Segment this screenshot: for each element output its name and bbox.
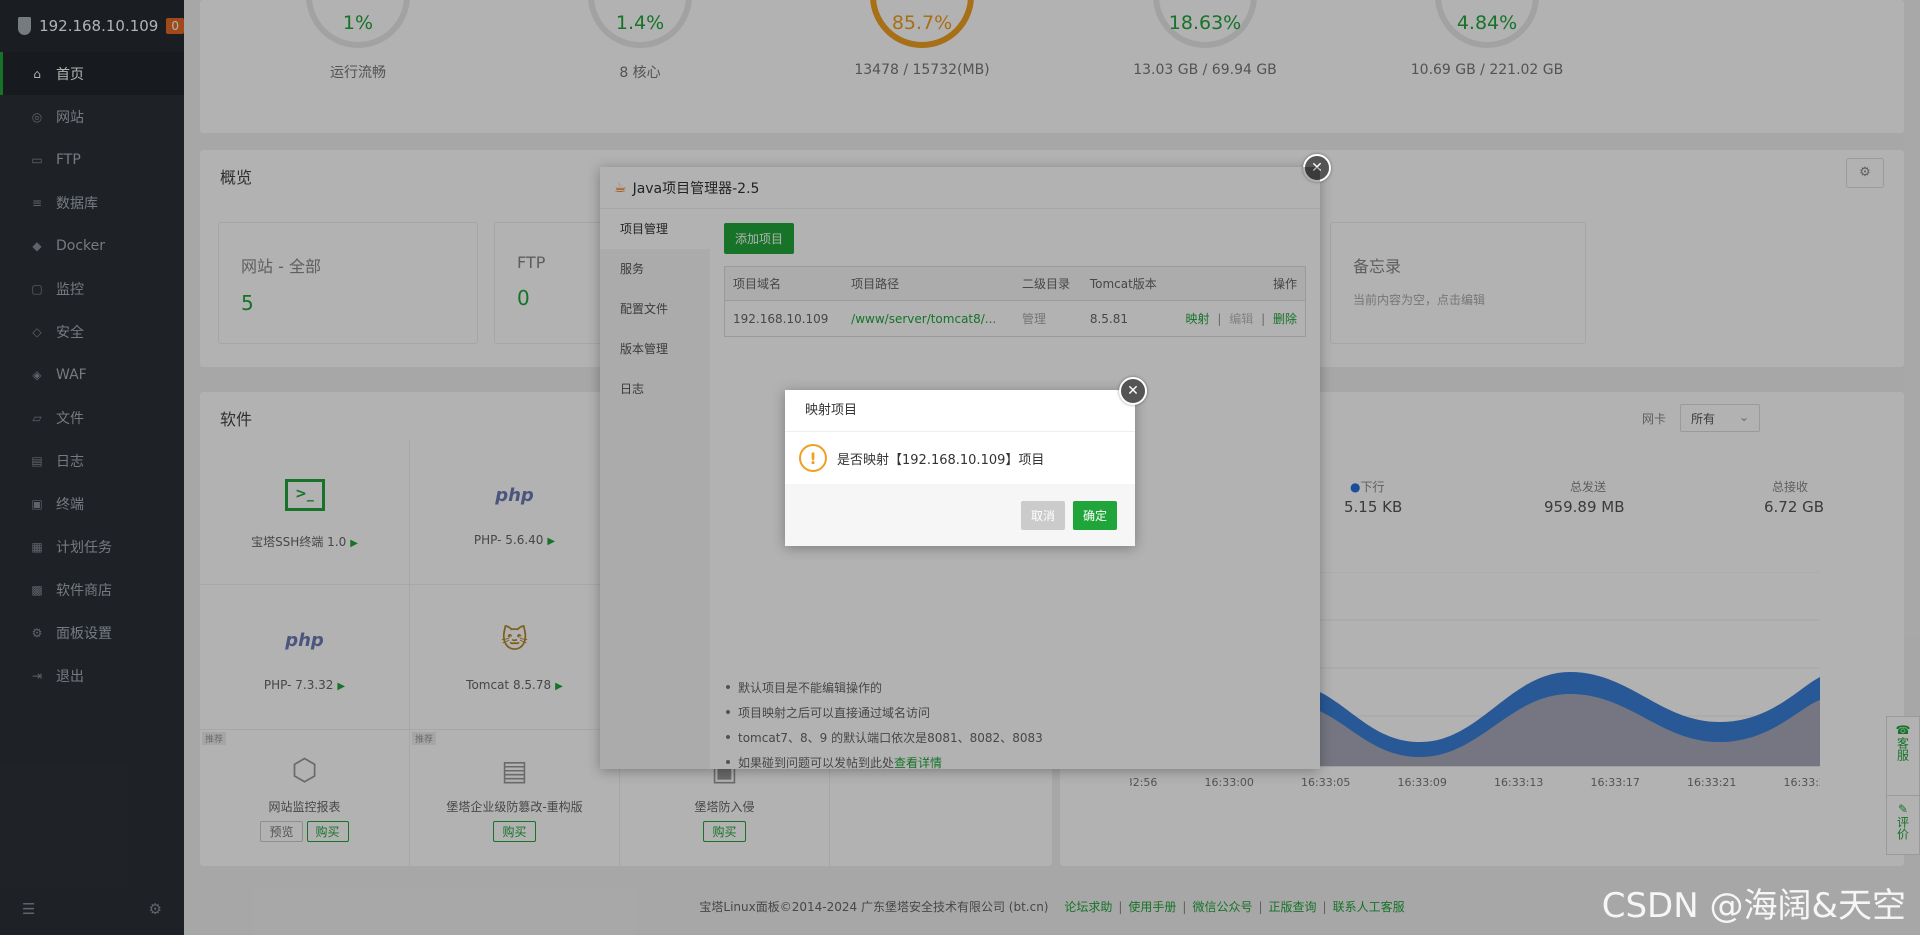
- cancel-button[interactable]: 取消: [1020, 500, 1065, 530]
- warning-icon: !: [799, 444, 827, 472]
- confirm-title: 映射项目: [785, 390, 1135, 432]
- confirm-body: ! 是否映射【192.168.10.109】项目: [785, 432, 1135, 484]
- confirm-footer: 取消 确定: [785, 484, 1135, 546]
- watermark: CSDN @海阔&天空: [1601, 886, 1906, 926]
- close-icon[interactable]: ✕: [1119, 377, 1147, 405]
- confirm-message: 是否映射【192.168.10.109】项目: [837, 452, 1045, 468]
- confirm-dialog: 映射项目 ! 是否映射【192.168.10.109】项目 取消 确定: [785, 390, 1135, 546]
- confirm-button[interactable]: 确定: [1072, 500, 1117, 530]
